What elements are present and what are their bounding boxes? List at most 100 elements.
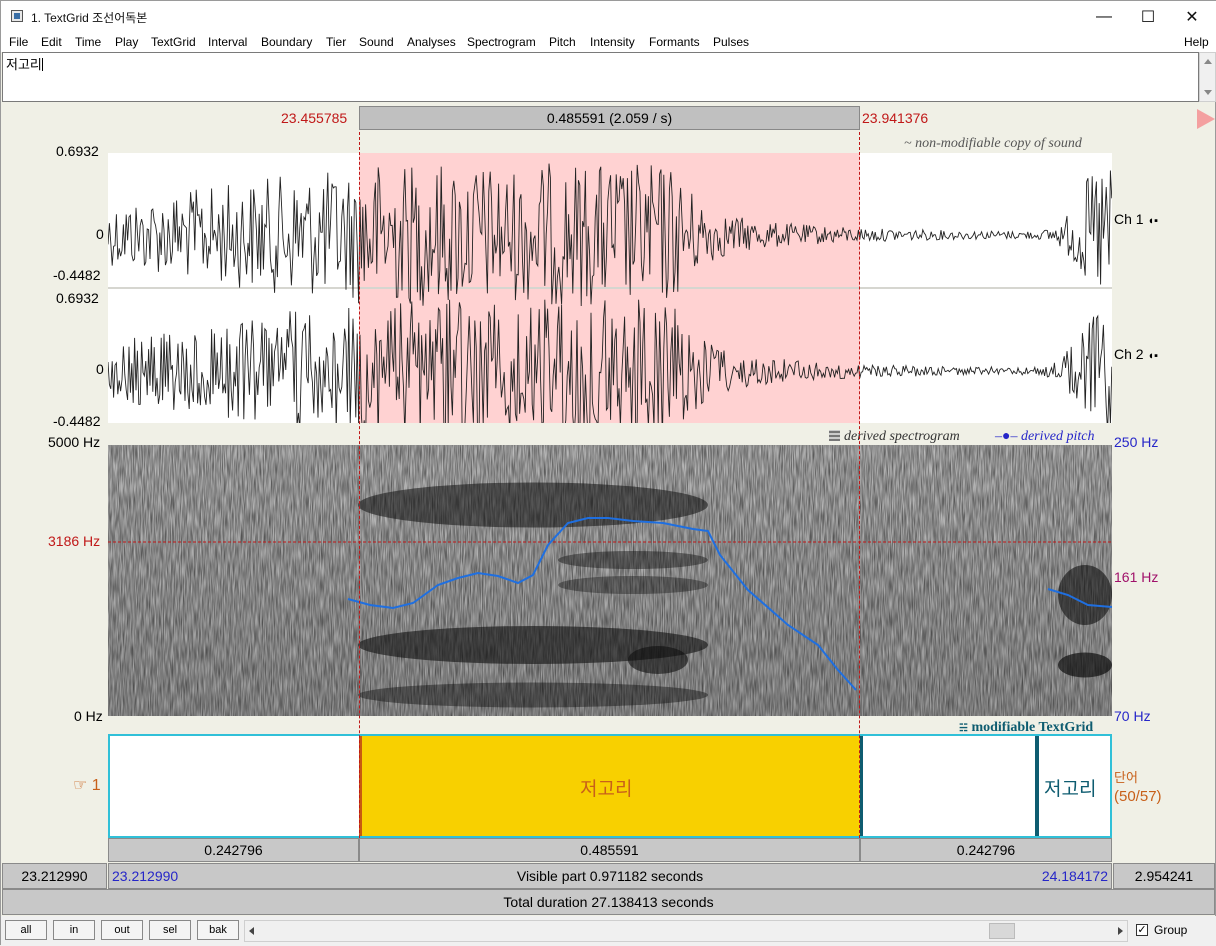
textgrid-caption-text: modifiable TextGrid (971, 720, 1094, 735)
zoom-selection-button[interactable]: sel (149, 920, 191, 940)
textgrid-tier[interactable]: 저고리 저고리 (108, 734, 1112, 838)
speaker-icon[interactable]: ◖▪ (1147, 215, 1158, 227)
pitch-legend: –●– derived pitch (995, 429, 1094, 445)
channel-1-label[interactable]: Ch 1 ◖▪ (1114, 211, 1158, 227)
freq-top-label: 5000 Hz (48, 434, 101, 450)
menu-edit[interactable]: Edit (41, 35, 62, 49)
abs-end-bar[interactable]: 2.954241 (1113, 863, 1215, 889)
text-caret (41, 58, 43, 71)
channel-2-label[interactable]: Ch 2 ◖▪ (1114, 346, 1158, 362)
right-duration-label: 0.242796 (956, 842, 1016, 858)
menu-help[interactable]: Help (1184, 35, 1209, 49)
abs-end-label: 2.954241 (1134, 868, 1194, 884)
text-scrollbar[interactable] (1199, 52, 1216, 102)
selected-interval-text: 저고리 (580, 778, 633, 800)
total-duration-label: Total duration 27.138413 seconds (503, 894, 714, 910)
pointing-hand-icon: ☞ (73, 777, 88, 794)
minimize-button[interactable]: — (1081, 1, 1127, 32)
scroll-down-icon[interactable] (1204, 90, 1212, 95)
window-title: 1. TextGrid 조선어독본 (31, 11, 148, 25)
close-button[interactable]: ✕ (1169, 1, 1215, 32)
navigation-bar: all in out sel bak ✓ Group (1, 916, 1216, 946)
ch2-min-label: -0.4482 (53, 413, 101, 429)
total-duration-bar[interactable]: Total duration 27.138413 seconds (2, 889, 1215, 915)
zoom-out-button[interactable]: out (101, 920, 143, 940)
sound-caption: ~ non-modifiable copy of sound (904, 136, 1082, 151)
menu-tier[interactable]: Tier (326, 35, 346, 49)
selected-duration-bar[interactable]: 0.485591 (359, 838, 860, 862)
boundary-right[interactable] (860, 736, 863, 836)
selection-duration-label: 0.485591 (2.059 / s) (546, 110, 673, 126)
menu-pulses[interactable]: Pulses (713, 35, 749, 49)
last-interval-text: 저고리 (1044, 778, 1097, 800)
right-duration-bar[interactable]: 0.242796 (860, 838, 1112, 862)
selection-duration-bar[interactable]: 0.485591 (2.059 / s) (359, 106, 860, 130)
abs-start-label: 23.212990 (21, 868, 88, 884)
visible-part-bar[interactable]: 23.212990 Visible part 0.971182 seconds … (108, 863, 1112, 889)
menu-sound[interactable]: Sound (359, 35, 394, 49)
waveform-ch2 (108, 299, 1112, 423)
zoom-back-button[interactable]: bak (197, 920, 239, 940)
tier-number: 1 (91, 777, 101, 794)
zoom-all-button[interactable]: all (5, 920, 47, 940)
abs-start-bar[interactable]: 23.212990 (2, 863, 107, 889)
group-checkbox[interactable]: ✓ (1136, 924, 1148, 936)
freq-cursor-label: 3186 Hz (48, 533, 101, 549)
menu-play[interactable]: Play (115, 35, 138, 49)
menu-analyses[interactable]: Analyses (407, 35, 456, 49)
spectrogram-legend-text: derived spectrogram (844, 429, 960, 444)
menu-intensity[interactable]: Intensity (590, 35, 635, 49)
scrollbar-thumb[interactable] (989, 923, 1015, 939)
selection-start-cursor (359, 132, 360, 838)
menu-formants[interactable]: Formants (649, 35, 700, 49)
tier-count-label: (50/57) (1114, 788, 1162, 805)
interval-text-value: 저고리 (6, 58, 42, 73)
menu-boundary[interactable]: Boundary (261, 35, 312, 49)
scroll-up-icon[interactable] (1204, 59, 1212, 64)
menu-textgrid[interactable]: TextGrid (151, 35, 196, 49)
scroll-left-icon[interactable] (249, 927, 254, 935)
praat-textgrid-window: 1. TextGrid 조선어독본 — ☐ ✕ File Edit Time P… (0, 0, 1216, 946)
group-checkbox-label: Group (1154, 923, 1188, 937)
menu-time[interactable]: Time (75, 35, 101, 49)
pitch-legend-text: derived pitch (1020, 429, 1095, 444)
ch2-zero-label: 0 (96, 361, 104, 377)
time-scrollbar[interactable] (244, 920, 1128, 942)
channel-2-name: Ch 2 (1114, 346, 1144, 362)
ch1-min-label: -0.4482 (53, 267, 101, 283)
scroll-right-icon[interactable] (1118, 927, 1123, 935)
waveform-ch1 (108, 163, 1112, 307)
title-bar: 1. TextGrid 조선어독본 — ☐ ✕ (1, 1, 1216, 32)
pitch-top-label: 250 Hz (1114, 434, 1159, 450)
spectrogram-svg[interactable] (108, 445, 1112, 716)
visible-end-label: 24.184172 (1041, 868, 1108, 884)
ch1-max-label: 0.6932 (56, 143, 99, 159)
play-triangle-icon[interactable] (1197, 109, 1215, 129)
menu-interval[interactable]: Interval (208, 35, 247, 49)
tier-name-label: 단어 (1114, 770, 1138, 785)
speaker-icon[interactable]: ◖▪ (1147, 350, 1158, 362)
visible-part-label: Visible part 0.971182 seconds (516, 868, 704, 884)
freq-bottom-label: 0 Hz (74, 708, 103, 724)
selection-end-cursor (859, 132, 860, 838)
selection-end-time: 23.941376 (862, 110, 929, 126)
pitch-line-icon: –●– (995, 429, 1018, 444)
menu-file[interactable]: File (9, 35, 28, 49)
left-duration-bar[interactable]: 0.242796 (108, 838, 359, 862)
selected-duration-label: 0.485591 (580, 842, 639, 858)
channel-1-name: Ch 1 (1114, 211, 1144, 227)
spectrogram-legend: derived spectrogram (829, 429, 960, 445)
textgrid-swatch-icon: ☵ (959, 723, 968, 734)
boundary-last[interactable] (1035, 736, 1039, 836)
interval-text-field[interactable]: 저고리 (2, 52, 1199, 102)
visible-start-label: 23.212990 (112, 868, 179, 884)
menu-pitch[interactable]: Pitch (549, 35, 576, 49)
maximize-button[interactable]: ☐ (1125, 1, 1171, 32)
app-icon (11, 10, 23, 22)
tier-number-label[interactable]: ☞ 1 (73, 775, 101, 795)
menu-spectrogram[interactable]: Spectrogram (467, 35, 536, 49)
selection-start-time: 23.455785 (281, 110, 348, 126)
ch1-zero-label: 0 (96, 226, 104, 242)
zoom-in-button[interactable]: in (53, 920, 95, 940)
spectrogram-shade (108, 445, 1112, 716)
